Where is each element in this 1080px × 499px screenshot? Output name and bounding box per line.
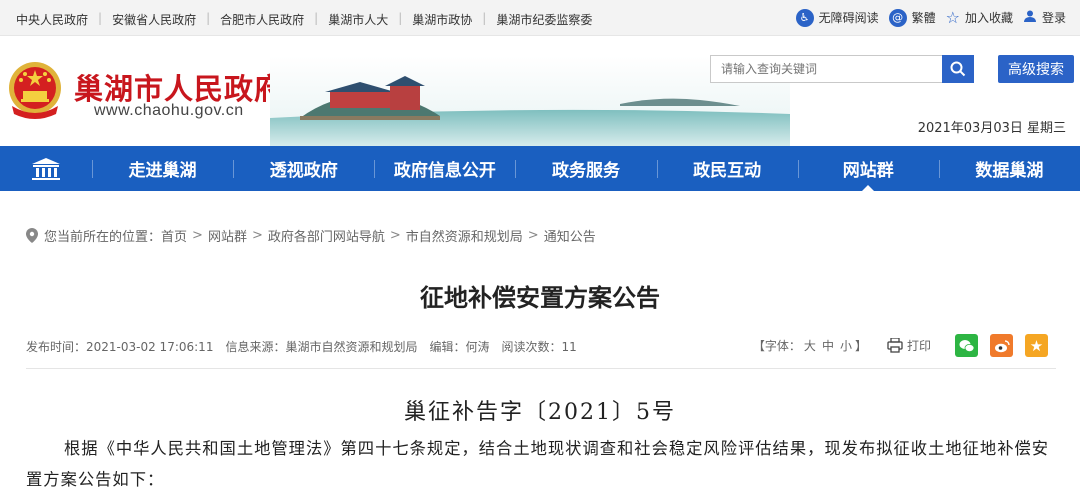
chevron-right-icon: > [527,228,539,243]
article-paragraph: 根据《中华人民共和国土地管理法》第四十七条规定，结合土地现状调查和社会稳定风险评… [26,439,1050,489]
national-emblem-icon [9,62,61,119]
advanced-search-button[interactable]: 高级搜索 [998,55,1074,83]
font-size-close: 】 [854,339,867,353]
info-source: 信息来源：巢湖市自然资源和规划局 [225,340,418,354]
printer-icon [887,338,903,353]
search-button[interactable] [942,55,974,83]
top-links: 中央人民政府 | 安徽省人民政府 | 合肥市人民政府 | 巢湖市人大 | 巢湖市政协 | … [16,11,592,28]
separator: | [398,11,403,25]
add-favorite-link[interactable]: ☆ 加入收藏 [946,8,1013,27]
search-box [710,55,974,83]
login-label: 登录 [1041,11,1066,25]
nav-item-site-group[interactable]: 网站群 [797,146,939,191]
chevron-right-icon: > [251,228,263,243]
current-date: 2021年03月03日 星期三 [917,121,1066,136]
breadcrumb-resources-bureau[interactable]: 市自然资源和规划局 [406,226,523,245]
top-bar: 中央人民政府 | 安徽省人民政府 | 合肥市人民政府 | 巢湖市人大 | 巢湖市政协 | … [0,0,1080,36]
separator: | [482,11,487,25]
nav-item-interaction[interactable]: 政民互动 [656,146,798,191]
document-number: 巢征补告字〔2021〕5号 [404,400,676,425]
breadcrumb-notices[interactable]: 通知公告 [544,226,596,245]
font-size-control: 【字体：大中小】 [753,337,867,354]
favorite-label: 加入收藏 [964,11,1013,25]
article-tools: 【字体：大中小】 打印 ★ [753,334,1048,357]
favorite-share-button[interactable]: ★ [1025,334,1048,357]
view-count: 阅读次数：11 [501,340,577,354]
font-size-medium[interactable]: 中 [822,339,834,353]
home-building-icon [32,157,60,180]
separator: | [98,11,103,25]
location-pin-icon [26,228,38,243]
top-link-chaohu-cppcc[interactable]: 巢湖市政协 [412,11,472,28]
traditional-label: 繁體 [911,11,936,25]
article-title: 征地补偿安置方案公告 [420,284,660,312]
star-filled-icon: ★ [1029,336,1044,355]
breadcrumb-prefix: 您当前所在的位置： [44,230,162,245]
top-link-central-gov[interactable]: 中央人民政府 [16,11,88,28]
accessibility-icon: ♿ [795,8,814,27]
nav-item-intro[interactable]: 走进巢湖 [92,146,233,191]
font-size-small[interactable]: 小 [840,339,852,353]
breadcrumb-home[interactable]: 首页 [161,226,187,245]
breadcrumb-site-group[interactable]: 网站群 [208,226,247,245]
login-link[interactable]: 登录 [1023,9,1066,26]
print-label: 打印 [906,339,931,353]
chevron-right-icon: > [389,228,401,243]
top-link-chaohu-discipline[interactable]: 巢湖市纪委监察委 [496,11,592,28]
at-icon: @ [888,8,907,27]
nav-home-button[interactable] [0,146,92,191]
top-link-chaohu-npc[interactable]: 巢湖市人大 [328,11,388,28]
breadcrumb: 您当前所在的位置： 首页 > 网站群 > 政府各部门网站导航 > 市自然资源和规… [26,226,596,245]
search-icon [950,61,966,77]
star-icon: ☆ [945,8,960,27]
site-domain: www.chaohu.gov.cn [94,102,244,119]
breadcrumb-dept-nav[interactable]: 政府各部门网站导航 [268,226,385,245]
editor: 编辑：何涛 [429,340,490,354]
site-header: 巢湖市人民政府 www.chaohu.gov.cn 高级搜索 2021年03月0… [0,36,1080,146]
traditional-chinese-link[interactable]: @ 繁體 [888,8,936,27]
weibo-icon [994,339,1010,352]
publish-time: 发布时间：2021-03-02 17:06:11 [26,340,214,354]
nav-item-government[interactable]: 透视政府 [233,146,374,191]
wechat-share-button[interactable] [955,334,978,357]
nav-item-data[interactable]: 数据巢湖 [938,146,1080,191]
top-link-hefei-gov[interactable]: 合肥市人民政府 [220,11,304,28]
nav-item-info-disclosure[interactable]: 政府信息公开 [374,146,515,191]
divider [26,368,1056,369]
print-button[interactable]: 打印 [887,337,931,354]
top-link-anhui-gov[interactable]: 安徽省人民政府 [112,11,196,28]
accessibility-label: 无障碍阅读 [818,11,879,25]
font-size-label: 【字体： [752,339,801,353]
main-nav: 走进巢湖 透视政府 政府信息公开 政务服务 政民互动 网站群 数据巢湖 [0,146,1080,191]
chevron-right-icon: > [192,228,203,243]
separator: | [314,11,319,25]
font-size-large[interactable]: 大 [804,339,816,353]
accessibility-link[interactable]: ♿ 无障碍阅读 [795,8,879,27]
separator: | [206,11,211,25]
search-input[interactable] [711,56,943,82]
wechat-icon [959,339,974,352]
nav-item-services[interactable]: 政务服务 [515,146,656,191]
weibo-share-button[interactable] [990,334,1013,357]
article-meta: 发布时间：2021-03-02 17:06:11 信息来源：巢湖市自然资源和规划… [26,338,589,355]
user-icon [1023,9,1037,26]
top-right-tools: ♿ 无障碍阅读 @ 繁體 ☆ 加入收藏 登录 [786,8,1066,27]
